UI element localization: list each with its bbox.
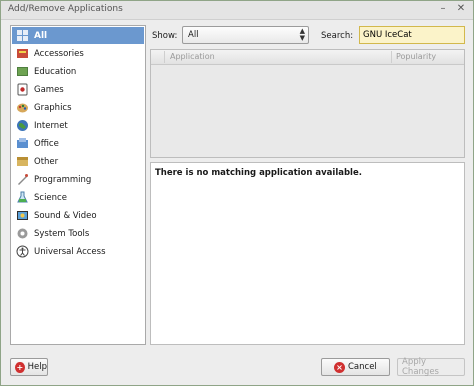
category-item-education[interactable]: Education — [12, 63, 144, 80]
close-icon[interactable]: ✕ — [455, 3, 467, 15]
table-header: Application Popularity — [151, 50, 464, 65]
graphics-icon — [15, 101, 29, 115]
category-label: Programming — [34, 174, 92, 185]
help-icon: + — [15, 361, 25, 373]
cancel-icon: × — [334, 361, 345, 373]
category-label: Science — [34, 192, 67, 203]
games-icon — [15, 83, 29, 97]
category-label: Graphics — [34, 102, 72, 113]
category-label: Accessories — [34, 48, 84, 59]
cancel-button[interactable]: × Cancel — [321, 358, 390, 376]
category-list: All Accessories Education Games Graphics… — [10, 25, 146, 345]
category-label: Education — [34, 66, 77, 77]
category-item-other[interactable]: Other — [12, 153, 144, 170]
accessories-icon — [15, 47, 29, 61]
category-item-programming[interactable]: Programming — [12, 171, 144, 188]
show-filter-select[interactable]: All ▲ ▼ — [182, 26, 309, 44]
all-icon — [15, 29, 29, 43]
category-label: Internet — [34, 120, 68, 131]
help-label: Help — [27, 362, 47, 372]
column-separator — [391, 51, 392, 63]
cancel-label: Cancel — [348, 362, 377, 372]
title-bar: Add/Remove Applications – ✕ — [1, 1, 473, 20]
category-item-science[interactable]: Science — [12, 189, 144, 206]
system-tools-icon — [15, 227, 29, 241]
search-label: Search: — [321, 31, 354, 41]
add-remove-window: Add/Remove Applications – ✕ All Accessor… — [0, 0, 474, 386]
help-button[interactable]: + Help — [10, 358, 48, 376]
apply-label: Apply Changes — [402, 357, 439, 377]
column-popularity[interactable]: Popularity — [396, 52, 436, 61]
apply-changes-button[interactable]: Apply Changes — [397, 357, 465, 377]
universal-access-icon — [15, 245, 29, 259]
description-pane: There is no matching application availab… — [150, 162, 465, 345]
no-match-message: There is no matching application availab… — [155, 168, 362, 178]
column-application[interactable]: Application — [170, 52, 215, 61]
category-label: Games — [34, 84, 64, 95]
sound-video-icon — [15, 209, 29, 223]
category-item-games[interactable]: Games — [12, 81, 144, 98]
category-label: Sound & Video — [34, 210, 97, 221]
category-item-office[interactable]: Office — [12, 135, 144, 152]
column-separator — [164, 51, 165, 63]
category-label: System Tools — [34, 228, 90, 239]
window-title: Add/Remove Applications — [8, 4, 123, 14]
programming-icon — [15, 173, 29, 187]
category-label: Other — [34, 156, 59, 167]
category-item-sound-video[interactable]: Sound & Video — [12, 207, 144, 224]
minimize-icon[interactable]: – — [437, 3, 449, 15]
dropdown-arrows-icon: ▲ ▼ — [299, 27, 305, 42]
category-item-accessories[interactable]: Accessories — [12, 45, 144, 62]
education-icon — [15, 65, 29, 79]
category-label: All — [34, 30, 48, 41]
office-icon — [15, 137, 29, 151]
category-label: Universal Access — [34, 246, 106, 257]
science-icon — [15, 191, 29, 205]
category-item-graphics[interactable]: Graphics — [12, 99, 144, 116]
application-table: Application Popularity — [150, 49, 465, 158]
other-icon — [15, 155, 29, 169]
category-item-all[interactable]: All — [12, 27, 144, 44]
search-input[interactable] — [359, 26, 465, 44]
category-item-universal-access[interactable]: Universal Access — [12, 243, 144, 260]
category-item-system-tools[interactable]: System Tools — [12, 225, 144, 242]
category-item-internet[interactable]: Internet — [12, 117, 144, 134]
show-filter-value: All — [188, 30, 199, 40]
internet-icon — [15, 119, 29, 133]
show-label: Show: — [152, 31, 178, 41]
category-label: Office — [34, 138, 59, 149]
